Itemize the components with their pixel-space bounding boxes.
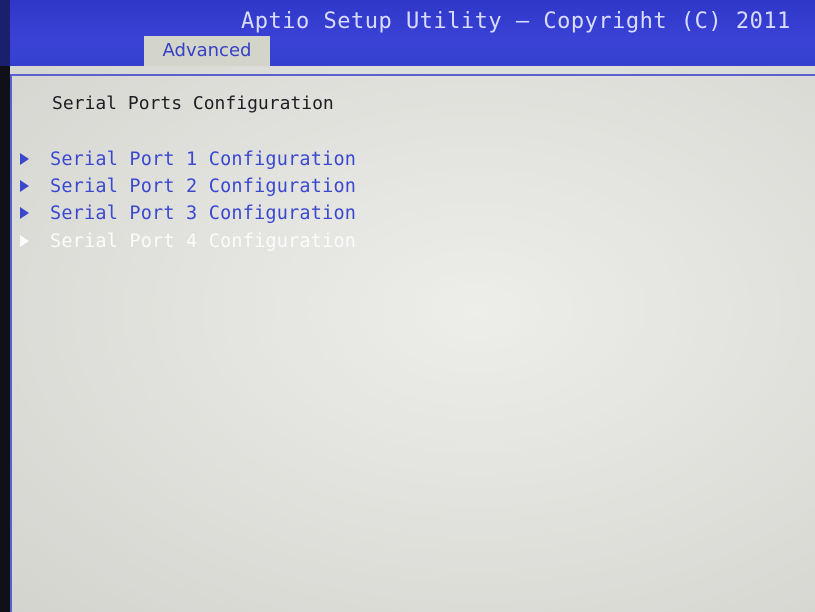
title-bar: Aptio Setup Utility – Copyright (C) 2011… — [0, 0, 815, 66]
arrow-right-icon — [20, 153, 29, 165]
menu-item-serial-port-1[interactable]: Serial Port 1 Configuration — [20, 146, 440, 172]
menu-item-label: Serial Port 1 Configuration — [50, 148, 357, 170]
app-title: Aptio Setup Utility – Copyright (C) 2011 — [241, 9, 791, 34]
menu-item-label: Serial Port 2 Configuration — [50, 175, 357, 197]
menu-item-serial-port-4[interactable]: Serial Port 4 Configuration — [20, 228, 440, 254]
menu-item-label: Serial Port 3 Configuration — [50, 202, 357, 224]
tab-advanced[interactable]: Advanced — [144, 36, 270, 66]
menu-item-label: Serial Port 4 Configuration — [50, 230, 357, 252]
bios-setup-screen: Aptio Setup Utility – Copyright (C) 2011… — [0, 0, 815, 612]
menu-item-serial-port-3[interactable]: Serial Port 3 Configuration — [20, 200, 440, 226]
screen-edge — [0, 0, 10, 66]
arrow-right-icon — [20, 235, 29, 247]
panel-border-top — [10, 74, 815, 76]
menu-item-serial-port-2[interactable]: Serial Port 2 Configuration — [20, 173, 440, 199]
panel-border-left — [10, 74, 12, 612]
arrow-right-icon — [20, 207, 29, 219]
arrow-right-icon — [20, 180, 29, 192]
page-title: Serial Ports Configuration — [52, 93, 334, 114]
